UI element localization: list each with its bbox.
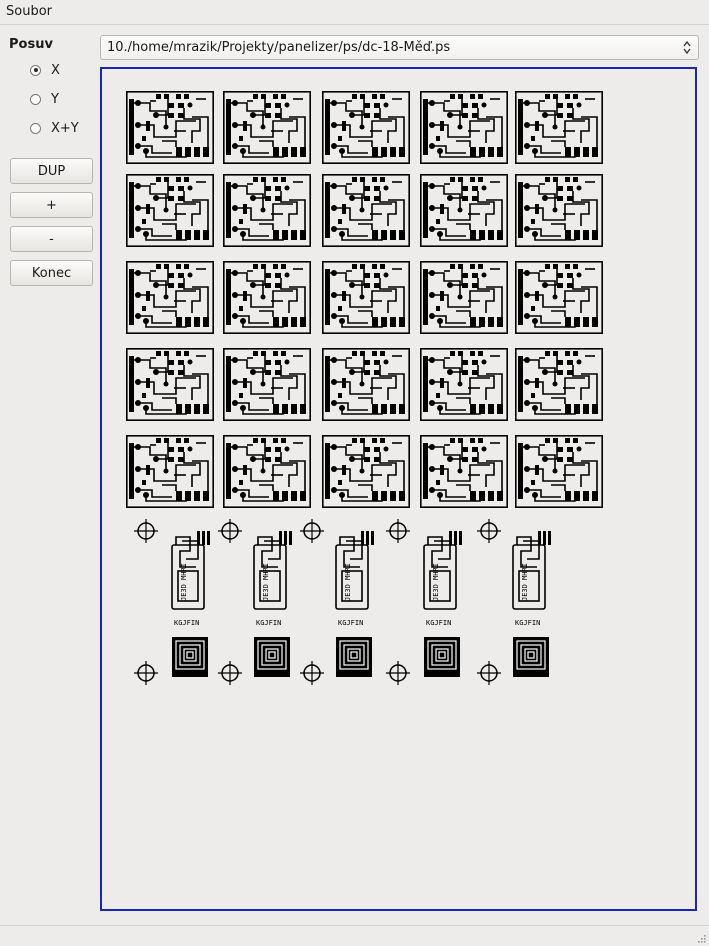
radio-y-label: Y xyxy=(51,91,59,107)
pcb-board xyxy=(419,174,509,248)
plus-button[interactable]: + xyxy=(10,192,93,218)
part-label: KGJFIN xyxy=(426,619,451,627)
dup-button[interactable]: DUP xyxy=(10,158,93,184)
part-text: JE3D MHRI xyxy=(180,563,188,601)
pcb-grid xyxy=(126,91,604,509)
part-text: JE3D MHRI xyxy=(262,563,270,601)
pcb-board xyxy=(321,174,411,248)
pcb-part xyxy=(423,530,463,678)
pcb-board xyxy=(223,434,312,509)
pcb-board xyxy=(321,434,411,509)
pcb-board xyxy=(514,91,604,165)
fiducial-mark xyxy=(217,660,243,686)
menu-bar: Soubor xyxy=(0,0,709,25)
pcb-board xyxy=(223,347,312,422)
pcb-board xyxy=(223,260,312,335)
posuv-heading: Posuv xyxy=(9,37,53,52)
pcb-board xyxy=(321,260,411,335)
radio-y-indicator[interactable] xyxy=(30,93,41,105)
pcb-part xyxy=(253,530,293,678)
fiducial-mark xyxy=(217,518,243,544)
panel-preview: KGJFIN JE3D MHRI KGJFIN JE3D MHRI KGJFIN JE3D… xyxy=(126,91,604,686)
fiducial-mark xyxy=(133,660,159,686)
fiducial-mark xyxy=(299,660,325,686)
pcb-board xyxy=(514,434,604,509)
pcb-board xyxy=(223,91,312,165)
radio-xy-label: X+Y xyxy=(51,120,79,136)
updown-arrows-icon xyxy=(683,40,691,55)
fiducial-mark xyxy=(385,518,411,544)
pcb-part xyxy=(512,530,552,678)
pcb-board xyxy=(126,174,215,248)
pcb-board xyxy=(419,434,509,509)
pcb-board xyxy=(126,434,215,509)
radio-xy-indicator[interactable] xyxy=(30,122,41,134)
pcb-board xyxy=(126,260,215,335)
fiducial-mark xyxy=(476,518,502,544)
konec-button[interactable]: Konec xyxy=(10,260,93,286)
pcb-board xyxy=(223,174,312,248)
part-label: KGJFIN xyxy=(515,619,540,627)
pcb-parts: KGJFIN JE3D MHRI KGJFIN JE3D MHRI KGJFIN JE3D… xyxy=(133,518,552,686)
pcb-board xyxy=(419,347,509,422)
radio-y[interactable]: Y xyxy=(30,91,59,107)
preview-canvas[interactable]: KGJFIN JE3D MHRI KGJFIN JE3D MHRI KGJFIN JE3D… xyxy=(100,67,697,911)
pcb-board xyxy=(419,260,509,335)
part-text: JE3D MHRI xyxy=(344,563,352,601)
radio-x-label: X xyxy=(51,62,60,78)
status-bar xyxy=(0,925,709,946)
file-select[interactable]: 10./home/mrazik/Projekty/panelizer/ps/dc… xyxy=(100,35,699,60)
radio-x[interactable]: X xyxy=(30,62,60,78)
fiducial-mark xyxy=(299,518,325,544)
file-select-value: 10./home/mrazik/Projekty/panelizer/ps/dc… xyxy=(107,40,451,55)
pcb-part xyxy=(171,530,211,678)
pcb-board xyxy=(514,347,604,422)
resize-grip-icon[interactable] xyxy=(696,933,707,944)
pcb-board xyxy=(126,347,215,422)
part-text: JE3D MHRI xyxy=(521,563,529,601)
part-text: JE3D MHRI xyxy=(432,563,440,601)
minus-button[interactable]: - xyxy=(10,226,93,252)
fiducial-mark xyxy=(476,660,502,686)
part-label: KGJFIN xyxy=(256,619,281,627)
menu-soubor[interactable]: Soubor xyxy=(6,4,52,19)
fiducial-mark xyxy=(385,660,411,686)
part-label: KGJFIN xyxy=(174,619,199,627)
part-label: KGJFIN xyxy=(338,619,363,627)
radio-xy[interactable]: X+Y xyxy=(30,120,79,136)
pcb-board xyxy=(321,91,411,165)
pcb-part xyxy=(335,530,375,678)
pcb-board xyxy=(514,260,604,335)
pcb-board xyxy=(419,91,509,165)
fiducial-mark xyxy=(133,518,159,544)
radio-x-indicator[interactable] xyxy=(30,64,41,76)
pcb-board xyxy=(514,174,604,248)
pcb-board xyxy=(126,91,215,165)
pcb-board xyxy=(321,347,411,422)
